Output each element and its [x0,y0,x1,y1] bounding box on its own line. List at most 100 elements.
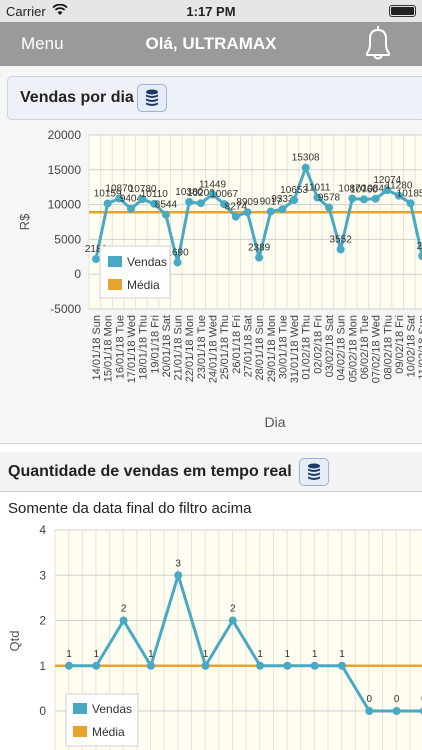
data-point [126,204,135,213]
x-tick-label: 15/01/18 Mon [103,315,115,382]
data-point [92,255,100,264]
status-bar: Carrier 1:17 PM [0,0,422,22]
legend-swatch-average [108,279,122,290]
x-tick-label: 09/02/18 Fri [394,315,406,374]
y-tick-label: 0 [74,267,81,281]
realtime-sales-title: Quantidade de vendas em tempo real [8,463,292,480]
data-label: 26 [417,241,422,252]
x-tick-label: 27/01/18 Sat [242,315,254,377]
data-label: 1 [148,649,154,660]
data-point [173,258,182,267]
data-point [371,194,380,203]
x-tick-label: 14/01/18 Sun [91,315,103,380]
y-tick-label: 10000 [48,198,82,212]
data-label: 3552 [330,234,353,245]
x-tick-label: 10/02/18 Sat [406,315,418,377]
data-point [196,199,205,208]
data-label: 3 [175,558,181,569]
x-tick-label: 04/02/18 Sun [336,315,348,380]
data-label: 8544 [155,200,178,211]
x-tick-label: 02/02/18 Fri [312,315,324,374]
y-tick-label: 5000 [54,232,81,246]
legend-swatch-sales [108,256,122,267]
legend-swatch-sales [73,703,87,714]
data-point [256,661,265,670]
data-point [228,616,237,625]
data-point [392,707,401,715]
data-point [406,199,415,208]
nav-bar: Menu Olá, ULTRAMAX [0,22,422,66]
y-axis-label: Qtd [7,631,22,652]
x-tick-label: 23/01/18 Tue [196,315,208,379]
realtime-sales-header: Quantidade de vendas em tempo real [0,452,422,492]
data-label: 0 [367,694,373,705]
data-label: 8909 [236,197,259,208]
x-tick-label: 05/02/18 Mon [347,315,359,382]
data-label: 2 [121,604,127,615]
battery-icon [389,5,416,17]
x-tick-label: 22/01/18 Mon [184,315,196,382]
bell-icon[interactable] [358,22,398,66]
x-tick-label: 08/02/18 Thu [382,315,394,380]
data-label: 1 [66,649,72,660]
y-axis-label: R$ [17,213,32,230]
data-label: 1 [339,649,345,660]
x-tick-label: 07/02/18 Wed [371,315,383,383]
x-tick-label: 17/01/18 Wed [126,315,138,383]
data-label: 9578 [318,193,341,204]
data-point [119,616,128,625]
data-point [266,207,275,216]
data-label: 15308 [292,153,320,164]
x-tick-label: 16/01/18 Tue [114,315,126,379]
data-label: 1 [94,649,100,660]
data-point [161,210,170,219]
realtime-sales-subtitle: Somente da data final do filtro acima [8,500,252,517]
legend-label-average: Média [92,725,125,739]
data-point [103,199,112,208]
data-point [65,661,73,670]
x-tick-label: 18/01/18 Thu [138,315,150,380]
y-tick-label: 15000 [48,163,82,177]
data-point [231,212,240,221]
data-label: 2 [230,604,236,615]
data-label: 1 [203,649,209,660]
data-label: 1 [285,649,291,660]
x-tick-label: 21/01/18 Sun [173,315,185,380]
data-point [201,661,210,670]
x-tick-label: 26/01/18 Fri [231,315,243,374]
legend-label-sales: Vendas [127,255,167,269]
data-point [278,205,287,214]
data-point [255,253,264,262]
x-tick-label: 19/01/18 Fri [149,315,161,374]
x-tick-label: 29/01/18 Mon [266,315,278,382]
data-point [325,203,333,212]
x-tick-label: 11/02/18 Sun [417,315,422,380]
database-icon[interactable] [299,458,329,486]
data-label: 10110 [141,189,169,200]
data-point [290,196,299,205]
data-point [365,707,374,715]
x-tick-label: 03/02/18 Sat [324,315,336,377]
y-tick-label: 4 [39,525,46,537]
data-point [301,163,310,172]
legend-label-average: Média [127,278,160,292]
x-tick-label: 20/01/18 Sat [161,315,173,377]
legend-label-sales: Vendas [92,702,132,716]
y-tick-label: 2 [39,614,46,628]
data-point [338,661,346,670]
data-label: 10067 [210,189,238,200]
data-point [283,661,292,670]
data-point [174,571,183,580]
x-tick-label: 30/01/18 Tue [277,315,289,379]
data-label: 1 [312,649,318,660]
x-axis-label: Dia [264,414,285,430]
data-label: 2389 [248,243,271,254]
data-point [348,194,357,203]
x-tick-label: 25/01/18 Thu [219,315,231,380]
data-point [310,661,319,670]
y-tick-label: 20000 [48,128,82,142]
realtime-sales-chart: 43210Qtd11213121111000VendasMédia [7,525,422,750]
sales-per-day-chart: 20000 15000 10000 5000 0 -5000 R$ Dia 14/01/18 S… [17,128,422,430]
x-tick-label: 31/01/18 Wed [289,315,301,383]
data-point [359,195,368,204]
